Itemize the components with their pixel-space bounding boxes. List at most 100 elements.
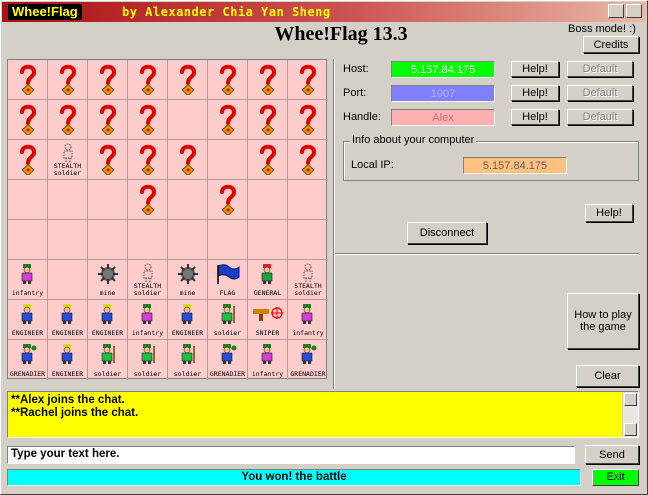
clear-button[interactable]: Clear <box>576 365 639 387</box>
empty-cell[interactable] <box>248 220 288 260</box>
exit-button[interactable]: Exit <box>592 469 639 486</box>
handle-help-button[interactable]: Help! <box>511 109 559 125</box>
unknown-piece-icon[interactable] <box>128 140 168 180</box>
board-piece[interactable]: GRENADIER <box>288 340 328 380</box>
unknown-piece-icon[interactable] <box>208 100 248 140</box>
minimize-button[interactable] <box>608 4 624 18</box>
piece-label: soldier <box>213 329 242 337</box>
handle-label: Handle: <box>343 111 381 123</box>
host-field[interactable]: 5.157.84.175 <box>391 61 495 78</box>
empty-cell[interactable] <box>48 220 88 260</box>
board-piece[interactable]: FLAG <box>208 260 248 300</box>
unknown-piece-icon[interactable] <box>8 100 48 140</box>
piece-label: soldier <box>173 370 202 378</box>
board-piece[interactable]: GRENADIER <box>8 340 48 380</box>
disconnect-button[interactable]: Disconnect <box>407 222 487 244</box>
board-piece[interactable]: soldier <box>168 340 208 380</box>
app-window: Whee!Flag by Alexander Chia Yan Sheng Wh… <box>0 0 648 495</box>
engineer-icon <box>177 303 199 327</box>
port-help-button[interactable]: Help! <box>511 85 559 101</box>
board-piece[interactable]: infantry <box>128 300 168 340</box>
page-title: Whee!Flag 13.3 <box>274 23 408 45</box>
empty-cell[interactable] <box>48 260 88 300</box>
unknown-piece-icon[interactable] <box>248 140 288 180</box>
unknown-piece-icon[interactable] <box>248 100 288 140</box>
board-piece[interactable]: ENGINEER <box>48 340 88 380</box>
unknown-piece-icon[interactable] <box>88 140 128 180</box>
chat-scrollbar[interactable] <box>622 392 638 437</box>
chat-input[interactable]: Type your text here. <box>7 446 575 464</box>
unknown-piece-icon[interactable] <box>128 60 168 100</box>
board-piece[interactable]: mine <box>88 260 128 300</box>
board-piece[interactable]: GRENADIER <box>208 340 248 380</box>
board-piece[interactable]: ENGINEER <box>48 300 88 340</box>
board-piece[interactable]: SNIPER <box>248 300 288 340</box>
unknown-piece-icon[interactable] <box>288 140 328 180</box>
soldier-icon <box>97 343 119 367</box>
unknown-piece-icon[interactable] <box>168 140 208 180</box>
empty-cell[interactable] <box>288 180 328 220</box>
empty-cell[interactable] <box>168 100 208 140</box>
board-piece[interactable]: soldier <box>128 340 168 380</box>
unknown-piece-icon[interactable] <box>48 100 88 140</box>
board-piece[interactable]: infantry <box>248 340 288 380</box>
unknown-piece-icon[interactable] <box>48 60 88 100</box>
board-piece[interactable]: STEALTH soldier <box>128 260 168 300</box>
unknown-piece-icon[interactable] <box>288 100 328 140</box>
engineer-icon <box>57 303 79 327</box>
board-piece[interactable]: GENERAL <box>248 260 288 300</box>
board-piece[interactable]: STEALTH soldier <box>288 260 328 300</box>
handle-default-button[interactable]: Default <box>567 109 633 125</box>
scroll-down-arrow[interactable] <box>624 423 637 436</box>
port-default-button[interactable]: Default <box>567 85 633 101</box>
board-piece[interactable]: ENGINEER <box>168 300 208 340</box>
help-button[interactable]: Help! <box>585 204 633 222</box>
empty-cell[interactable] <box>248 180 288 220</box>
host-default-button[interactable]: Default <box>567 61 633 77</box>
boss-mode-label[interactable]: Boss mode! :) <box>568 23 636 35</box>
title-bar[interactable]: Whee!Flag by Alexander Chia Yan Sheng <box>2 2 646 22</box>
credits-button[interactable]: Credits <box>583 36 639 53</box>
chat-log[interactable]: **Alex joins the chat. **Rachel joins the… <box>7 391 639 438</box>
game-board[interactable]: STEALTH soldier infantry mine STEALTH soldi… <box>7 59 328 380</box>
empty-cell[interactable] <box>8 180 48 220</box>
unknown-piece-icon[interactable] <box>248 60 288 100</box>
unknown-piece-icon[interactable] <box>128 100 168 140</box>
empty-cell[interactable] <box>128 220 168 260</box>
unknown-piece-icon[interactable] <box>8 140 48 180</box>
unknown-piece-icon[interactable] <box>128 180 168 220</box>
board-piece[interactable]: soldier <box>88 340 128 380</box>
scroll-up-arrow[interactable] <box>624 393 637 406</box>
empty-cell[interactable] <box>288 220 328 260</box>
unknown-piece-icon[interactable] <box>168 60 208 100</box>
board-piece[interactable]: mine <box>168 260 208 300</box>
empty-cell[interactable] <box>48 180 88 220</box>
handle-field[interactable]: Alex <box>391 109 495 126</box>
empty-cell[interactable] <box>168 220 208 260</box>
unknown-piece-icon[interactable] <box>88 60 128 100</box>
board-piece[interactable]: ENGINEER <box>88 300 128 340</box>
empty-cell[interactable] <box>208 220 248 260</box>
board-piece[interactable]: soldier <box>208 300 248 340</box>
empty-cell[interactable] <box>168 180 208 220</box>
port-field[interactable]: 1007 <box>391 85 495 102</box>
unknown-piece-icon[interactable] <box>8 60 48 100</box>
grenadier-icon <box>217 343 239 367</box>
unknown-piece-icon[interactable] <box>288 60 328 100</box>
board-piece[interactable]: ENGINEER <box>8 300 48 340</box>
unknown-piece-icon[interactable] <box>88 100 128 140</box>
empty-cell[interactable] <box>208 140 248 180</box>
host-help-button[interactable]: Help! <box>511 61 559 77</box>
empty-cell[interactable] <box>8 220 48 260</box>
unknown-piece-icon[interactable] <box>208 180 248 220</box>
unknown-piece-icon[interactable] <box>208 60 248 100</box>
empty-cell[interactable] <box>88 220 128 260</box>
maximize-button[interactable] <box>626 4 642 18</box>
board-piece[interactable]: infantry <box>288 300 328 340</box>
empty-cell[interactable] <box>88 180 128 220</box>
general-icon <box>257 263 279 287</box>
send-button[interactable]: Send <box>585 445 639 464</box>
how-to-play-button[interactable]: How to play the game <box>567 293 639 349</box>
board-piece[interactable]: infantry <box>8 260 48 300</box>
board-piece[interactable]: STEALTH soldier <box>48 140 88 180</box>
